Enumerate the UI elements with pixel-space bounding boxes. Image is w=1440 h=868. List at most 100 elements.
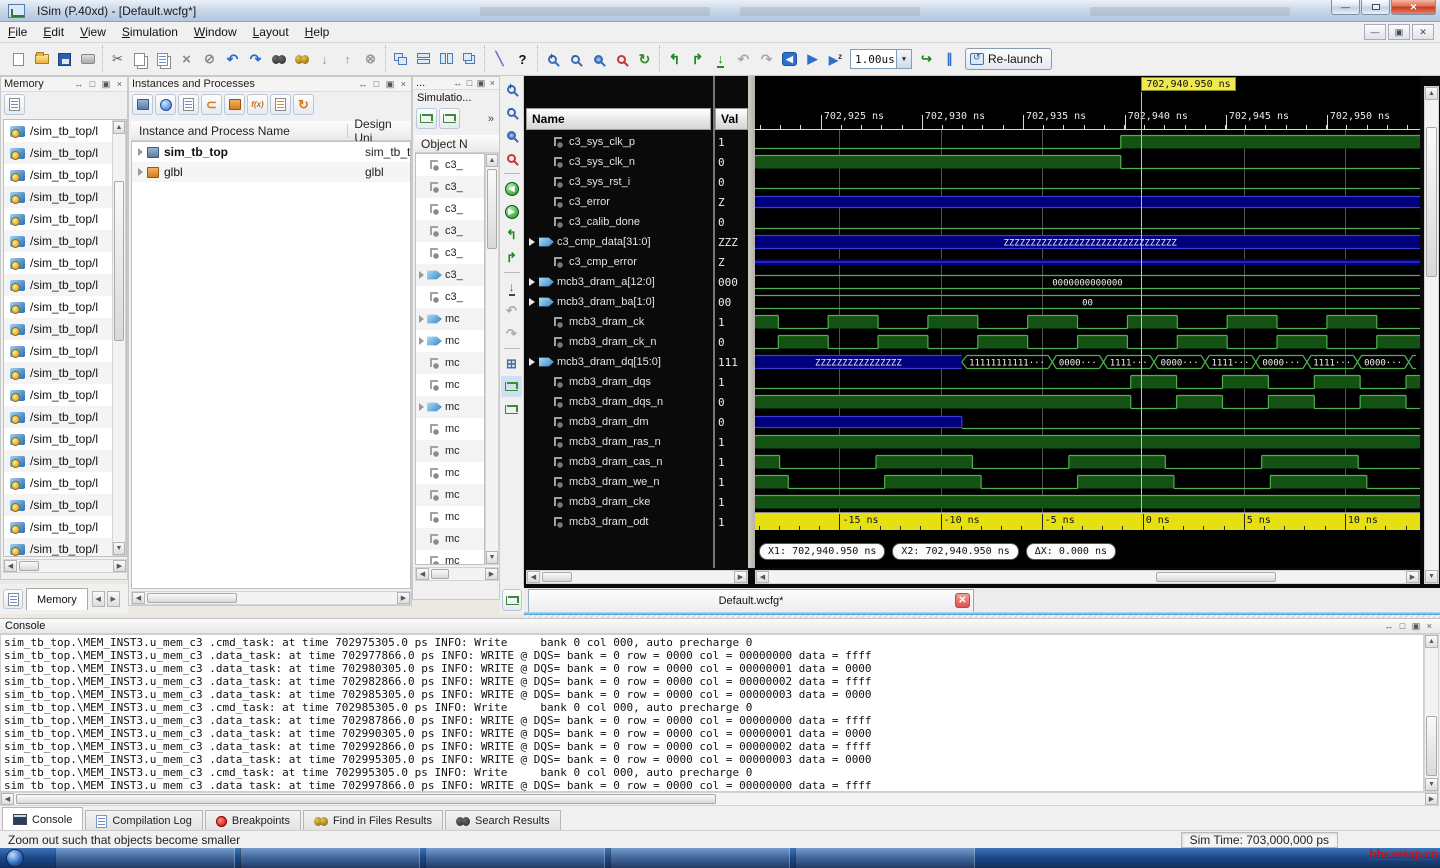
combo-dropdown-icon[interactable]: ▼ [896, 50, 911, 68]
mdi-minimize-button[interactable]: — [1364, 24, 1386, 40]
menu-help[interactable]: Help [297, 23, 338, 41]
signal-name-row[interactable]: c3_error [524, 192, 713, 212]
tab-compilation-log[interactable]: Compilation Log [85, 810, 203, 831]
menu-window[interactable]: Window [186, 23, 245, 41]
object-row[interactable]: mc [416, 550, 484, 565]
tab-console[interactable]: Console [2, 807, 83, 831]
memory-list-item[interactable]: /sim_tb_top/l [4, 406, 126, 428]
object-row[interactable]: c3_ [416, 242, 484, 264]
memory-vscrollbar[interactable]: ▲▼ [112, 120, 126, 556]
signal-name-row[interactable]: mcb3_dram_a[12:0] [524, 272, 713, 292]
pause-icon[interactable]: ∥ [938, 48, 961, 71]
paste-icon[interactable] [152, 48, 175, 71]
signal-name-row[interactable]: c3_sys_clk_p [524, 132, 713, 152]
expander-icon[interactable] [419, 403, 424, 411]
chip-blue-icon[interactable] [132, 94, 153, 115]
cut-icon[interactable]: ✂ [106, 48, 129, 71]
snap-icon[interactable]: ⊞ [501, 353, 522, 374]
wave-input-icon[interactable] [416, 108, 437, 129]
tile-v-icon[interactable] [435, 48, 458, 71]
marker-pill-1[interactable]: X2: 702,940.950 ns [892, 543, 1018, 560]
marker-pressed-icon[interactable] [501, 376, 522, 397]
memory-list-item[interactable]: /sim_tb_top/l [4, 120, 126, 142]
help-cursor-icon[interactable]: ? [511, 48, 534, 71]
memory-list-item[interactable]: /sim_tb_top/l [4, 296, 126, 318]
objects-hscrollbar[interactable]: ◀ ▶ [415, 567, 499, 581]
toolbar-overflow-icon[interactable]: » [488, 113, 496, 125]
signal-name-row[interactable]: mcb3_dram_dm [524, 412, 713, 432]
object-row[interactable]: c3_ [416, 220, 484, 242]
col-instance-name[interactable]: Instance and Process Name [131, 124, 348, 138]
signal-name-row[interactable]: c3_sys_rst_i [524, 172, 713, 192]
wave-row-mcb3_dram_cas_n[interactable] [755, 452, 1420, 472]
object-row[interactable]: c3_ [416, 286, 484, 308]
wave-row-mcb3_dram_ras_n[interactable] [755, 432, 1420, 452]
zoom-out-icon[interactable]: − [501, 102, 522, 123]
console-hscrollbar[interactable]: ◀ ▶ [0, 792, 1439, 806]
scroll-up-icon[interactable]: ▲ [113, 121, 125, 134]
new-icon[interactable] [7, 48, 30, 71]
run-icon[interactable]: ▶ [801, 48, 824, 71]
sim-time-step-combo[interactable]: 1.00us▼ [850, 49, 912, 69]
go-start-icon[interactable]: ◀ [501, 178, 522, 199]
expander-icon[interactable] [529, 298, 535, 306]
console-vscrollbar[interactable]: ▲ ▼ [1424, 634, 1439, 792]
tab-default-wcfg[interactable]: Default.wcfg* ✕ [528, 589, 974, 612]
object-row[interactable]: mc [416, 440, 484, 462]
signal-name-row[interactable]: c3_sys_clk_n [524, 152, 713, 172]
zoom-cursor-icon[interactable] [610, 48, 633, 71]
memory-list-item[interactable]: /sim_tb_top/l [4, 252, 126, 274]
wave-row-mcb3_dram_cke[interactable] [755, 492, 1420, 512]
zoom-full-icon[interactable] [587, 48, 610, 71]
object-row[interactable]: c3_ [416, 154, 484, 176]
menu-simulation[interactable]: Simulation [114, 23, 186, 41]
object-row[interactable]: mc [416, 418, 484, 440]
up-icon[interactable]: ↑ [336, 48, 359, 71]
signal-name-row[interactable]: mcb3_dram_cke [524, 492, 713, 512]
expander-icon[interactable] [529, 238, 535, 246]
go-end-icon[interactable]: ▶ [501, 201, 522, 222]
next-gray-icon[interactable]: ↷ [755, 48, 778, 71]
expander-icon[interactable] [138, 148, 143, 156]
mdi-close-button[interactable]: ✕ [1412, 24, 1434, 40]
mdi-restore-button[interactable]: ▣ [1388, 24, 1410, 40]
memory-list-item[interactable]: /sim_tb_top/l [4, 428, 126, 450]
zoom-in-icon[interactable]: + [501, 79, 522, 100]
signal-name-row[interactable]: mcb3_dram_cas_n [524, 452, 713, 472]
prev-gray-icon[interactable]: ↶ [732, 48, 755, 71]
object-row[interactable]: mc [416, 506, 484, 528]
wave-row-mcb3_dram_ck_n[interactable] [755, 332, 1420, 352]
wave-row-c3_sys_rst_i[interactable] [755, 172, 1420, 192]
minimize-button[interactable]: — [1331, 0, 1360, 15]
time-ruler[interactable]: 702,925 ns702,930 ns702,935 ns702,940 ns… [755, 108, 1420, 130]
expander-icon[interactable] [529, 278, 535, 286]
wave-row-mcb3_dram_dqs_n[interactable] [755, 392, 1420, 412]
chip-orange-icon[interactable] [224, 94, 245, 115]
object-row[interactable]: mc [416, 308, 484, 330]
signal-name-row[interactable]: mcb3_dram_dqs_n [524, 392, 713, 412]
signal-name-row[interactable]: mcb3_dram_ck [524, 312, 713, 332]
restore-button[interactable] [1361, 0, 1390, 15]
delete-icon[interactable]: × [175, 48, 198, 71]
expander-icon[interactable] [419, 271, 424, 279]
scroll-down-icon[interactable]: ▼ [113, 542, 125, 555]
wave-row-mcb3_dram_we_n[interactable] [755, 472, 1420, 492]
taskbar-app-button[interactable] [610, 848, 790, 868]
instance-row-sim_tb_top[interactable]: sim_tb_topsim_tb_top [132, 142, 410, 162]
taskbar-app-button[interactable] [425, 848, 605, 868]
console-output[interactable]: sim_tb_top.\MEM_INST3.u_mem_c3 .cmd_task… [0, 634, 1424, 792]
instances-hscrollbar[interactable]: ◀ ▶ [131, 591, 411, 605]
reload-orange-icon[interactable]: ↻ [293, 94, 314, 115]
wave-window-icon[interactable] [502, 589, 522, 611]
down-icon[interactable]: ↓ [313, 48, 336, 71]
wave-row-c3_cmp_error[interactable] [755, 252, 1420, 272]
expander-icon[interactable] [419, 337, 424, 345]
wave-output-icon[interactable] [439, 108, 460, 129]
menu-edit[interactable]: Edit [35, 23, 72, 41]
plot-hscrollbar[interactable]: ◀ ▶ [755, 570, 1420, 584]
memory-list-item[interactable]: /sim_tb_top/l [4, 472, 126, 494]
undo-icon[interactable]: ↶ [221, 48, 244, 71]
wave-row-mcb3_dram_dqs[interactable] [755, 372, 1420, 392]
marker-pill-2[interactable]: ΔX: 0.000 ns [1026, 543, 1116, 560]
run-to-icon[interactable]: ↓ [709, 48, 732, 71]
